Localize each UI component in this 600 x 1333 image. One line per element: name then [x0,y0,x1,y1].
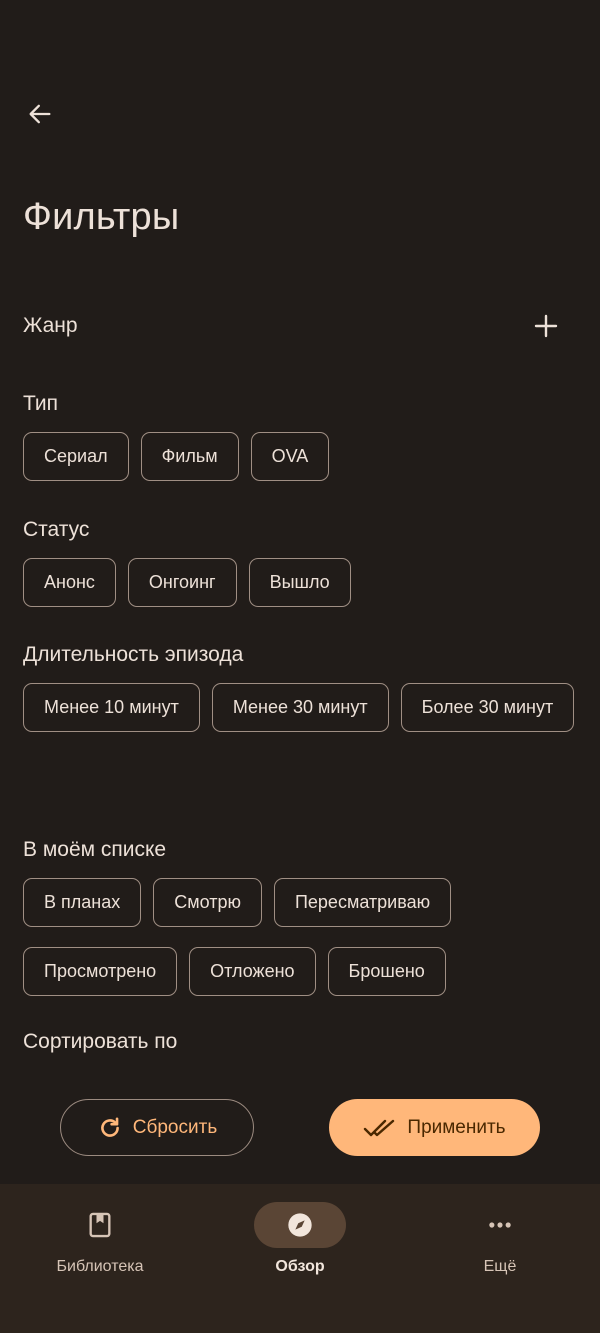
genre-row[interactable]: Жанр [23,306,560,346]
chip-list-dropped[interactable]: Брошено [327,947,446,996]
reset-button[interactable]: Сбросить [60,1099,254,1156]
bottom-navigation: Библиотека Обзор Ещё [0,1184,600,1333]
apply-button[interactable]: Применить [329,1099,540,1156]
my-list-section: В моём списке В планах Смотрю Пересматри… [23,836,577,996]
nav-item-more[interactable]: Ещё [400,1202,600,1276]
chip-type-movie[interactable]: Фильм [140,432,239,481]
back-button[interactable] [18,92,62,136]
nav-label-more: Ещё [483,1258,517,1275]
chip-list-completed[interactable]: Просмотрено [23,947,178,996]
my-list-label: В моём списке [23,838,167,861]
add-genre-button[interactable] [532,312,560,340]
page-title: Фильтры [23,196,180,238]
type-section: Тип Сериал Фильм OVA [23,390,577,481]
chip-duration-under-30[interactable]: Менее 30 минут [211,683,389,732]
chip-list-planned[interactable]: В планах [23,878,142,927]
chip-list-rewatching[interactable]: Пересматриваю [273,878,452,927]
duration-section: Длительность эпизода Менее 10 минут Мене… [23,641,577,732]
type-label: Тип [23,392,59,415]
nav-label-browse: Обзор [275,1258,325,1275]
chip-list-on-hold[interactable]: Отложено [189,947,316,996]
chip-status-announce[interactable]: Анонс [23,558,116,607]
compass-icon [288,1213,312,1237]
chip-status-released[interactable]: Вышло [248,558,351,607]
duration-label: Длительность эпизода [23,643,244,666]
arrow-left-icon [29,104,51,124]
chip-status-ongoing[interactable]: Онгоинг [127,558,237,607]
more-dots-icon [489,1222,511,1228]
genre-label: Жанр [23,314,78,337]
nav-item-library[interactable]: Библиотека [0,1202,200,1276]
chip-duration-under-10[interactable]: Менее 10 минут [23,683,200,732]
status-section: Статус Анонс Онгоинг Вышло [23,516,577,607]
sort-label[interactable]: Сортировать по [23,1030,177,1054]
nav-item-browse[interactable]: Обзор [200,1202,400,1276]
double-check-icon [364,1119,395,1136]
status-label: Статус [23,518,90,541]
refresh-icon [100,1116,119,1137]
bookmark-book-icon [89,1212,111,1238]
plus-icon [534,314,558,338]
apply-label: Применить [407,1116,506,1138]
reset-label: Сбросить [132,1116,218,1138]
chip-duration-over-30[interactable]: Более 30 минут [400,683,575,732]
chip-type-ova[interactable]: OVA [250,432,330,481]
nav-label-library: Библиотека [56,1258,144,1275]
chip-type-series[interactable]: Сериал [23,432,129,481]
chip-list-watching[interactable]: Смотрю [153,878,262,927]
